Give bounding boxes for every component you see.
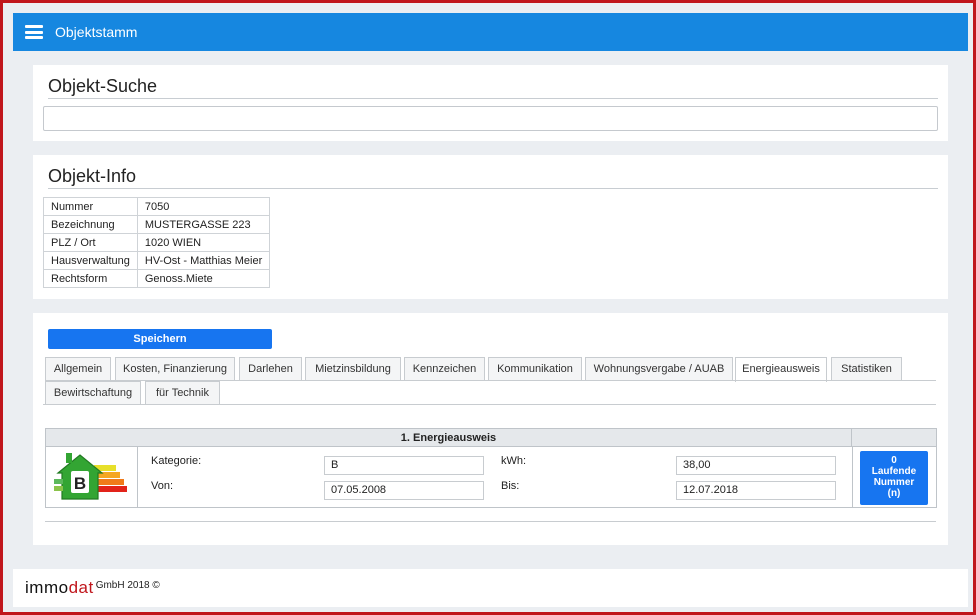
search-panel-title: Objekt-Suche [48, 76, 158, 96]
energieausweis-heading: 1. Energieausweis [46, 429, 852, 447]
energy-class-letter: B [74, 474, 86, 493]
brand-logo-part: immo [25, 578, 69, 597]
tab-darlehen[interactable]: Darlehen [239, 357, 302, 381]
info-panel-title: Objekt-Info [48, 166, 137, 186]
info-label: PLZ / Ort [43, 233, 138, 252]
footer: immodat GmbH 2018 © [13, 569, 968, 607]
kwh-field[interactable]: 38,00 [676, 456, 836, 475]
table-row: Rechtsform Genoss.Miete [43, 269, 271, 288]
brand-logo-part: dat [68, 578, 94, 597]
table-row: Hausverwaltung HV-Ost - Matthias Meier [43, 251, 271, 270]
tab-wohnungsvergabe[interactable]: Wohnungsvergabe / AUAB [585, 357, 733, 381]
divider [852, 447, 853, 507]
info-label: Hausverwaltung [43, 251, 138, 270]
search-input[interactable] [43, 106, 938, 131]
table-row: Bezeichnung MUSTERGASSE 223 [43, 215, 271, 234]
tab-fuer-technik[interactable]: für Technik [145, 381, 220, 405]
bis-field[interactable]: 12.07.2018 [676, 481, 836, 500]
von-label: Von: [151, 480, 174, 492]
info-value: HV-Ost - Matthias Meier [136, 251, 271, 270]
divider [48, 188, 938, 189]
energieausweis-icon-cell: B [46, 447, 138, 507]
page-title: Objektstamm [55, 24, 138, 40]
lfd-count: 0 [891, 455, 897, 466]
table-row: PLZ / Ort 1020 WIEN [43, 233, 271, 252]
bis-label: Bis: [501, 480, 520, 492]
divider [48, 98, 938, 99]
tab-kommunikation[interactable]: Kommunikation [488, 357, 582, 381]
energy-label-house-icon: B [54, 453, 127, 500]
brand-logo: immodat [25, 578, 94, 598]
info-value: 1020 WIEN [136, 233, 271, 252]
info-label: Bezeichnung [43, 215, 138, 234]
menu-icon[interactable] [25, 25, 43, 39]
lfd-label: Nummer [873, 477, 915, 488]
lfd-label: Laufende [871, 466, 917, 477]
tab-kennzeichen[interactable]: Kennzeichen [404, 357, 485, 381]
tab-statistiken[interactable]: Statistiken [831, 357, 902, 381]
info-label: Rechtsform [43, 269, 138, 288]
kategorie-label: Kategorie: [151, 455, 202, 467]
main-content: Objekt-Suche Objekt-Info Nummer 7050 Beze… [13, 51, 968, 569]
copyright-text: GmbH 2018 © [95, 579, 160, 591]
app-frame: Objektstamm Objekt-Suche Objekt-Info Num… [0, 0, 976, 615]
divider [45, 521, 936, 522]
tab-mietzinsbildung[interactable]: Mietzinsbildung [305, 357, 401, 381]
info-value: MUSTERGASSE 223 [136, 215, 271, 234]
kategorie-field[interactable]: B [324, 456, 484, 475]
tab-kosten-finanzierung[interactable]: Kosten, Finanzierung [115, 357, 235, 381]
tab-divider [43, 404, 936, 405]
energieausweis-card: 1. Energieausweis B Kategorie: B kWh: 38… [45, 428, 937, 508]
tab-bewirtschaftung[interactable]: Bewirtschaftung [45, 381, 141, 405]
von-field[interactable]: 07.05.2008 [324, 481, 484, 500]
info-value: 7050 [136, 197, 271, 216]
info-label: Nummer [43, 197, 138, 216]
kwh-label: kWh: [501, 455, 527, 467]
tab-allgemein[interactable]: Allgemein [45, 357, 111, 381]
table-row: Nummer 7050 [43, 197, 271, 216]
laufende-nummer-button[interactable]: 0 Laufende Nummer (n) [860, 451, 928, 505]
lfd-label: (n) [887, 488, 901, 499]
energieausweis-heading-spacer [852, 429, 936, 447]
info-value: Genoss.Miete [136, 269, 271, 288]
top-bar: Objektstamm [13, 13, 968, 51]
save-button[interactable]: Speichern [48, 329, 272, 349]
info-table: Nummer 7050 Bezeichnung MUSTERGASSE 223 PL… [43, 197, 271, 288]
tab-energieausweis[interactable]: Energieausweis [735, 357, 827, 382]
